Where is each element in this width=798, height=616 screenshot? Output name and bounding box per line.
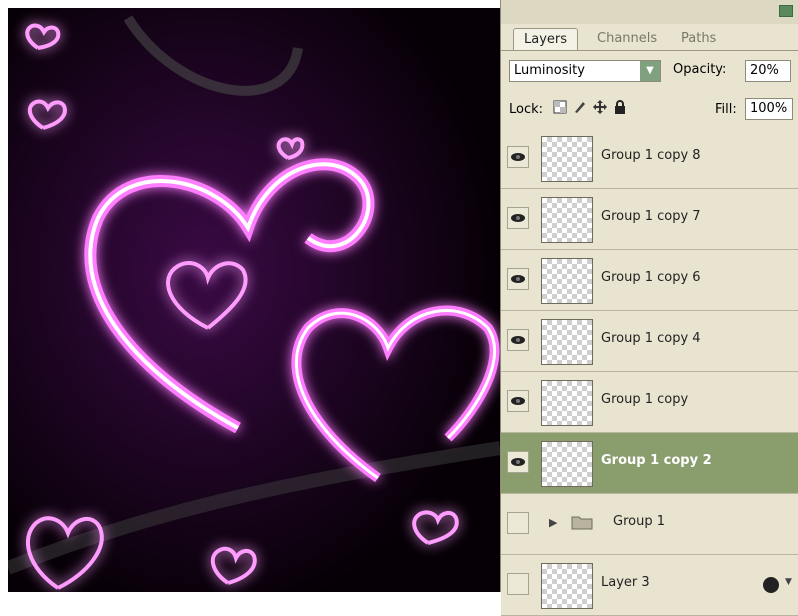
layer-thumbnail bbox=[541, 197, 593, 243]
layer-row[interactable]: Layer 3 ▼ bbox=[501, 555, 798, 616]
layer-name: Group 1 copy bbox=[601, 392, 689, 407]
visibility-toggle[interactable] bbox=[507, 329, 529, 351]
fill-input[interactable]: 100% bbox=[745, 98, 793, 120]
layer-name: Layer 3 bbox=[601, 575, 650, 590]
visibility-toggle[interactable] bbox=[507, 512, 529, 534]
layer-thumbnail bbox=[541, 136, 593, 182]
artwork-canvas[interactable] bbox=[8, 8, 500, 592]
layer-row[interactable]: Group 1 copy 6 bbox=[501, 250, 798, 311]
tab-layers[interactable]: Layers bbox=[513, 28, 579, 51]
visibility-toggle[interactable] bbox=[507, 390, 529, 412]
opacity-label: Opacity: bbox=[673, 62, 727, 77]
lock-label: Lock: bbox=[509, 102, 544, 117]
visibility-toggle[interactable] bbox=[507, 268, 529, 290]
layer-row[interactable]: Group 1 copy 8 bbox=[501, 128, 798, 189]
layer-row[interactable]: Group 1 copy bbox=[501, 372, 798, 433]
panel-titlebar bbox=[501, 0, 798, 24]
layer-row[interactable]: Group 1 copy 4 bbox=[501, 311, 798, 372]
tab-paths[interactable]: Paths bbox=[671, 28, 726, 50]
layer-group-row[interactable]: ▶ Group 1 bbox=[501, 494, 798, 555]
layer-name: Group 1 copy 7 bbox=[601, 209, 701, 224]
hearts-artwork bbox=[8, 8, 500, 592]
tab-channels[interactable]: Channels bbox=[587, 28, 667, 50]
layers-panel: Layers Channels Paths Luminosity ▼ Opaci… bbox=[500, 0, 798, 616]
layer-row[interactable]: Group 1 copy 7 bbox=[501, 189, 798, 250]
visibility-toggle[interactable] bbox=[507, 451, 529, 473]
chevron-down-icon[interactable]: ▼ bbox=[640, 61, 660, 81]
fill-label: Fill: bbox=[715, 102, 737, 117]
eye-icon bbox=[511, 153, 525, 161]
eye-icon bbox=[511, 458, 525, 466]
eye-icon bbox=[511, 214, 525, 222]
visibility-toggle[interactable] bbox=[507, 207, 529, 229]
layer-thumbnail bbox=[541, 563, 593, 609]
expand-triangle-icon[interactable]: ▶ bbox=[549, 516, 557, 529]
visibility-toggle[interactable] bbox=[507, 146, 529, 168]
layer-thumbnail bbox=[541, 258, 593, 304]
eye-icon bbox=[511, 336, 525, 344]
opacity-input[interactable]: 20% bbox=[745, 60, 791, 82]
layer-name: Group 1 copy 2 bbox=[601, 453, 712, 468]
layer-thumbnail bbox=[541, 380, 593, 426]
layer-name: Group 1 copy 8 bbox=[601, 148, 701, 163]
eye-icon bbox=[511, 275, 525, 283]
layer-name: Group 1 copy 4 bbox=[601, 331, 701, 346]
layer-thumbnail bbox=[541, 319, 593, 365]
layer-effects-icon[interactable] bbox=[763, 577, 779, 593]
lock-all-icon[interactable] bbox=[613, 100, 627, 114]
layer-thumbnail bbox=[541, 441, 593, 487]
lock-move-icon[interactable] bbox=[593, 100, 607, 114]
panel-tabs: Layers Channels Paths bbox=[509, 24, 791, 51]
lock-transparency-icon[interactable] bbox=[553, 100, 567, 114]
layer-name: Group 1 copy 6 bbox=[601, 270, 701, 285]
layer-name: Group 1 bbox=[613, 514, 665, 529]
layer-row-selected[interactable]: Group 1 copy 2 bbox=[501, 433, 798, 494]
blend-mode-value: Luminosity bbox=[514, 63, 585, 78]
lock-brush-icon[interactable] bbox=[573, 100, 587, 114]
panel-collapse-icon[interactable] bbox=[779, 5, 793, 17]
scroll-down-icon[interactable]: ▼ bbox=[785, 577, 792, 587]
blend-mode-select[interactable]: Luminosity ▼ bbox=[509, 60, 661, 82]
tab-divider bbox=[501, 50, 798, 51]
eye-icon bbox=[511, 397, 525, 405]
folder-icon bbox=[571, 516, 593, 530]
